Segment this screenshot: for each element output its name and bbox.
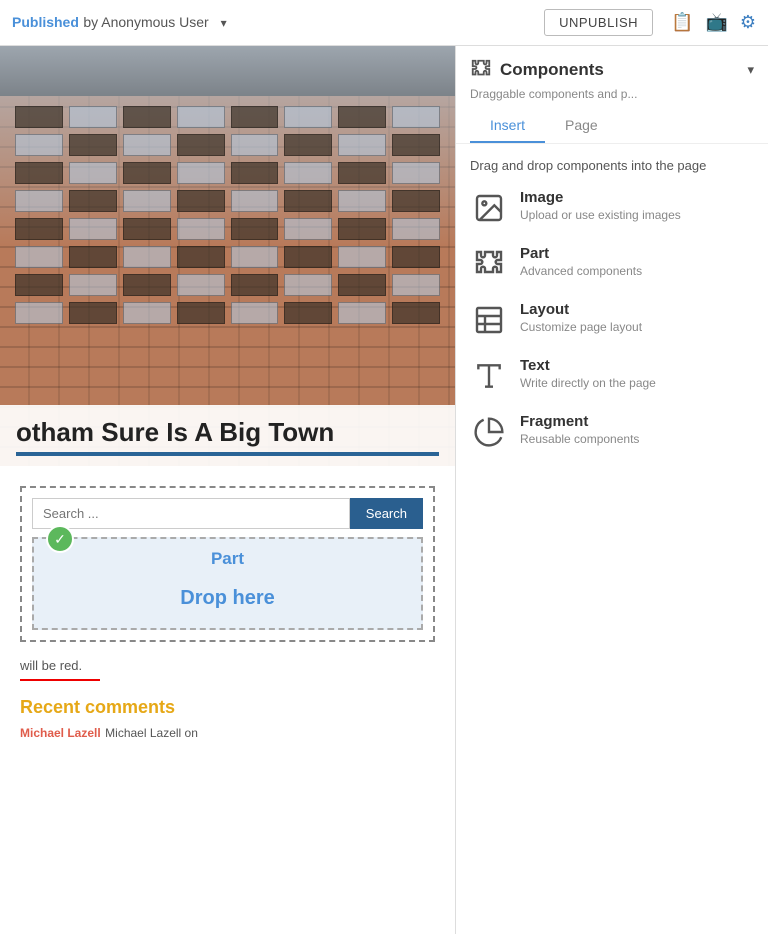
component-item-part[interactable]: Part Advanced components xyxy=(470,245,754,283)
part-icon-wrap xyxy=(470,245,508,283)
component-info-part: Part Advanced components xyxy=(520,245,754,278)
component-info-layout: Layout Customize page layout xyxy=(520,301,754,334)
component-desc-fragment: Reusable components xyxy=(520,432,754,446)
component-item-text[interactable]: Text Write directly on the page xyxy=(470,357,754,395)
search-button[interactable]: Search xyxy=(350,498,423,529)
building-image: otham Sure Is A Big Town xyxy=(0,46,455,466)
red-line xyxy=(20,679,100,681)
recent-comments-title: Recent comments xyxy=(0,687,455,722)
comment-text: Michael Lazell on xyxy=(105,726,198,740)
search-bar-row: Search xyxy=(32,498,423,529)
sidebar-puzzle-icon xyxy=(470,58,492,81)
component-item-image[interactable]: Image Upload or use existing images xyxy=(470,189,754,227)
windows-grid xyxy=(10,106,445,324)
image-icon-wrap xyxy=(470,189,508,227)
clipboard-icon[interactable]: 📋 xyxy=(671,12,693,33)
text-icon-wrap xyxy=(470,357,508,395)
component-info-fragment: Fragment Reusable components xyxy=(520,413,754,446)
sidebar-title-row: Components ▾ xyxy=(470,58,754,81)
component-desc-layout: Customize page layout xyxy=(520,320,754,334)
drop-here-label: Drop here xyxy=(34,573,421,628)
sidebar: Components ▾ Draggable components and p.… xyxy=(455,46,768,934)
part-check-badge: ✓ xyxy=(46,525,74,553)
tab-insert[interactable]: Insert xyxy=(470,109,545,143)
page-content: otham Sure Is A Big Town Search ✓ Part D… xyxy=(0,46,455,934)
sidebar-dropdown-arrow[interactable]: ▾ xyxy=(747,62,754,78)
part-drop-label: Part xyxy=(34,539,421,573)
component-name-fragment: Fragment xyxy=(520,413,754,430)
component-name-part: Part xyxy=(520,245,754,262)
component-name-layout: Layout xyxy=(520,301,754,318)
title-bar-blue xyxy=(16,452,439,456)
will-be-red-text: will be red. xyxy=(0,652,455,679)
sidebar-title: Components xyxy=(500,60,739,80)
topbar: Published by Anonymous User ▾ UNPUBLISH … xyxy=(0,0,768,46)
unpublish-button[interactable]: UNPUBLISH xyxy=(544,9,653,36)
component-name-text: Text xyxy=(520,357,754,374)
sidebar-subtitle: Draggable components and p... xyxy=(470,87,754,101)
drop-zone-container: Search ✓ Part Drop here xyxy=(20,486,435,642)
building-bg xyxy=(0,46,455,466)
layout-icon xyxy=(473,304,505,336)
component-info-text: Text Write directly on the page xyxy=(520,357,754,390)
sidebar-header: Components ▾ Draggable components and p.… xyxy=(456,46,768,144)
image-icon xyxy=(473,192,505,224)
comment-row: Michael Lazell Michael Lazell on xyxy=(0,722,455,744)
fragment-icon xyxy=(473,416,505,448)
component-item-layout[interactable]: Layout Customize page layout xyxy=(470,301,754,339)
layout-icon-wrap xyxy=(470,301,508,339)
component-info-image: Image Upload or use existing images xyxy=(520,189,754,222)
topbar-icon-group: 📋 📺 ⚙ xyxy=(671,12,756,33)
sidebar-body: Drag and drop components into the page I… xyxy=(456,144,768,934)
search-input[interactable] xyxy=(32,498,350,529)
drag-hint: Drag and drop components into the page xyxy=(470,158,754,173)
sidebar-tabs: Insert Page xyxy=(470,109,754,143)
component-name-image: Image xyxy=(520,189,754,206)
page-title: otham Sure Is A Big Town xyxy=(16,417,439,448)
component-desc-part: Advanced components xyxy=(520,264,754,278)
topbar-dropdown-arrow[interactable]: ▾ xyxy=(221,16,227,30)
tab-page[interactable]: Page xyxy=(545,109,618,143)
fragment-icon-wrap xyxy=(470,413,508,451)
gear-icon[interactable]: ⚙ xyxy=(740,12,756,33)
page-title-overlay: otham Sure Is A Big Town xyxy=(0,405,455,466)
published-status: Published by Anonymous User xyxy=(12,14,209,32)
comment-author: Michael Lazell xyxy=(20,726,101,740)
text-icon xyxy=(473,360,505,392)
component-desc-image: Upload or use existing images xyxy=(520,208,754,222)
monitor-icon[interactable]: 📺 xyxy=(705,12,727,33)
main-area: otham Sure Is A Big Town Search ✓ Part D… xyxy=(0,46,768,934)
below-image: Search ✓ Part Drop here will be red. Rec… xyxy=(0,466,455,754)
part-dropzone[interactable]: ✓ Part Drop here xyxy=(32,537,423,630)
part-icon xyxy=(473,248,505,280)
component-item-fragment[interactable]: Fragment Reusable components xyxy=(470,413,754,451)
component-desc-text: Write directly on the page xyxy=(520,376,754,390)
